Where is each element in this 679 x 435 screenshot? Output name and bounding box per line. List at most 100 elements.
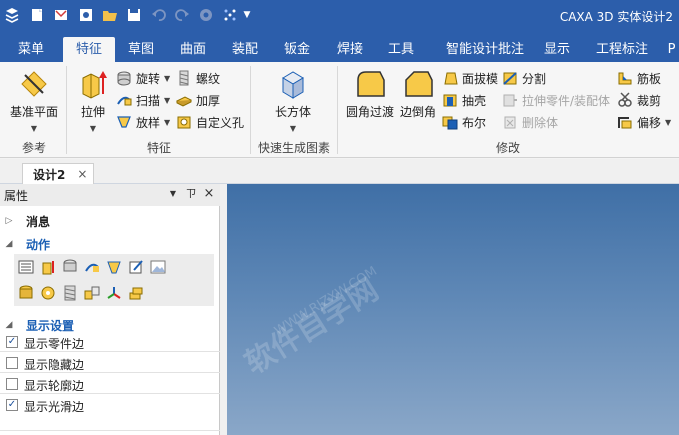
tab-smart-annotation[interactable]: 智能设计批注 <box>436 37 534 62</box>
assembly-action-icon[interactable] <box>84 285 100 301</box>
new-drawing-icon[interactable] <box>51 5 71 25</box>
new-file-icon[interactable] <box>27 5 47 25</box>
ribbon-panel: 基准平面 ▼ 参考 拉伸 ▼ 旋转 ▼ 扫描 ▼ 放样 ▼ 螺纹 加厚 自定义孔 特征 <box>0 62 679 158</box>
delete-body-button[interactable]: 删除体 <box>502 112 558 132</box>
group-label-reference: 参考 <box>21 141 46 155</box>
shell-label: 抽壳 <box>462 93 487 108</box>
group-label-modify: 修改 <box>495 141 520 155</box>
chamfer-button[interactable]: 边倒角 <box>398 68 438 120</box>
delete-body-label: 删除体 <box>522 115 559 130</box>
shell-button[interactable]: 抽壳 <box>442 90 486 110</box>
tab-assembly[interactable]: 装配 <box>225 37 265 62</box>
app-logo-icon[interactable] <box>2 5 22 25</box>
tab-display[interactable]: 显示 <box>537 37 577 62</box>
show-hidden-edges-checkbox[interactable] <box>6 357 18 369</box>
image-icon[interactable] <box>150 259 166 275</box>
open-folder-icon[interactable] <box>100 5 120 25</box>
tab-surface[interactable]: 曲面 <box>173 37 213 62</box>
settings-gear-icon[interactable] <box>196 5 216 25</box>
3d-viewport[interactable]: 软件自学网 WWW.RJZXW.COM <box>227 184 679 435</box>
custom-hole-button[interactable]: 自定义孔 <box>176 112 244 132</box>
offset-button[interactable]: 偏移 ▼ <box>617 112 671 132</box>
stretch-part-button[interactable]: 拉伸零件/装配体 <box>502 90 610 110</box>
panel-dropdown-icon[interactable]: ▼ <box>166 187 180 201</box>
section-messages-label: 消息 <box>26 214 51 229</box>
split-button[interactable]: 分割 <box>502 68 546 88</box>
new-design-icon[interactable] <box>76 5 96 25</box>
panel-close-icon[interactable]: × <box>202 187 216 201</box>
expanded-arrow-icon: ◢ <box>5 239 13 249</box>
loft-icon <box>117 116 131 128</box>
chamfer-label: 边倒角 <box>399 105 436 119</box>
tab-feature[interactable]: 特征 <box>63 37 115 62</box>
quick-access-dropdown-icon[interactable]: ▼ <box>240 5 254 25</box>
sweep-label: 扫描 <box>136 93 161 108</box>
chamfer-icon <box>405 71 433 97</box>
loft-button[interactable]: 放样 ▼ <box>116 112 170 132</box>
extrude-action-icon[interactable] <box>40 259 56 275</box>
tab-menu[interactable]: 菜单 <box>8 37 54 62</box>
panel-pin-icon[interactable]: ㄗ <box>184 187 198 201</box>
show-smooth-edges-label: 显示光滑边 <box>24 400 85 414</box>
cylinder-action-icon[interactable] <box>18 285 34 301</box>
document-tab[interactable]: 设计2 × <box>22 163 94 184</box>
stretch-part-icon <box>503 94 517 107</box>
box-button[interactable]: 长方体 ▼ <box>272 68 314 134</box>
edit-sketch-icon[interactable] <box>128 259 144 275</box>
stack-parts-icon[interactable] <box>128 285 144 301</box>
draft-button[interactable]: 面拔模 <box>442 68 498 88</box>
extrude-label: 拉伸 <box>80 105 105 119</box>
document-tab-name: 设计2 <box>33 167 66 182</box>
offset-icon <box>618 117 632 129</box>
tab-sheetmetal[interactable]: 钣金 <box>277 37 317 62</box>
axis-triad-icon[interactable] <box>106 285 122 301</box>
redo-icon[interactable] <box>172 5 192 25</box>
save-icon[interactable] <box>124 5 144 25</box>
loft-action-icon[interactable] <box>106 259 122 275</box>
datum-plane-button[interactable]: 基准平面 ▼ <box>6 68 62 134</box>
trim-label: 裁剪 <box>637 93 662 108</box>
sweep-action-icon[interactable] <box>84 259 100 275</box>
section-messages[interactable]: ▷ 消息 <box>0 211 220 231</box>
show-smooth-edges-checkbox[interactable]: ✓ <box>6 399 18 411</box>
extrude-icon <box>82 71 107 99</box>
row-divider <box>0 372 220 373</box>
boolean-button[interactable]: 布尔 <box>442 112 486 132</box>
property-panel-title: 属性 <box>4 188 29 203</box>
datum-plane-caret-icon: ▼ <box>30 124 38 133</box>
snap-grid-icon[interactable] <box>220 5 240 25</box>
sweep-button[interactable]: 扫描 ▼ <box>116 90 170 110</box>
section-display-label: 显示设置 <box>26 318 75 333</box>
trim-icon <box>618 92 632 107</box>
splitter[interactable] <box>220 184 227 435</box>
fillet-button[interactable]: 圆角过渡 <box>344 68 396 120</box>
extrude-button[interactable]: 拉伸 ▼ <box>74 68 112 134</box>
collapsed-arrow-icon: ▷ <box>5 216 13 226</box>
section-actions[interactable]: ◢ 动作 <box>0 234 220 254</box>
tab-sketch[interactable]: 草图 <box>121 37 161 62</box>
section-display-settings[interactable]: ◢ 显示设置 <box>0 315 220 335</box>
revolve-button[interactable]: 旋转 ▼ <box>116 68 170 88</box>
tab-tools[interactable]: 工具 <box>381 37 421 62</box>
thread-action-icon[interactable] <box>62 285 78 301</box>
action-toolbox <box>14 254 214 306</box>
revolve-action-icon[interactable] <box>62 259 78 275</box>
group-divider <box>66 66 67 154</box>
gear-action-icon[interactable] <box>40 285 56 301</box>
thicken-button[interactable]: 加厚 <box>176 90 220 110</box>
tab-more[interactable]: P <box>664 37 679 62</box>
tab-weld[interactable]: 焊接 <box>330 37 370 62</box>
revolve-icon <box>117 71 131 86</box>
show-silhouette-edges-checkbox[interactable] <box>6 378 18 390</box>
loft-label: 放样 <box>136 115 161 130</box>
list-view-icon[interactable] <box>18 259 34 275</box>
tab-engineering-annotation[interactable]: 工程标注 <box>590 37 654 62</box>
loft-caret-icon: ▼ <box>164 117 171 127</box>
show-part-edges-checkbox[interactable]: ✓ <box>6 336 18 348</box>
box-label: 长方体 <box>274 105 311 119</box>
rib-button[interactable]: 筋板 <box>617 68 661 88</box>
trim-button[interactable]: 裁剪 <box>617 90 661 110</box>
document-tab-close-icon[interactable]: × <box>77 167 87 181</box>
undo-icon[interactable] <box>149 5 169 25</box>
thread-button[interactable]: 螺纹 <box>176 68 220 88</box>
